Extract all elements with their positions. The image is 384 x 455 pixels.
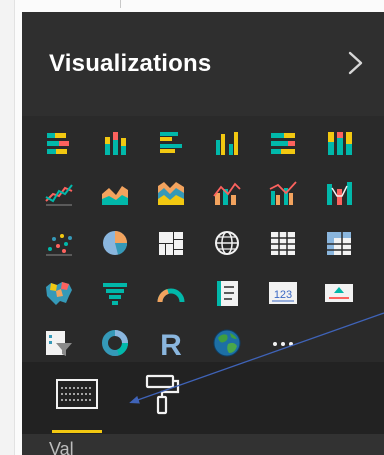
- stacked-area-chart-icon[interactable]: [154, 176, 188, 210]
- 100-percent-stacked-bar-chart-icon[interactable]: [266, 126, 300, 160]
- values-section: Val: [22, 434, 384, 455]
- card-icon[interactable]: 123: [266, 276, 300, 310]
- visual-type-grid: 123 R: [36, 120, 372, 360]
- scatter-chart-icon[interactable]: [42, 226, 76, 260]
- funnel-icon[interactable]: [98, 276, 132, 310]
- filled-map-icon[interactable]: [42, 276, 76, 310]
- selected-tab-indicator: [52, 430, 102, 433]
- table-icon[interactable]: [266, 226, 300, 260]
- matrix-icon[interactable]: [322, 226, 356, 260]
- ellipsis-icon[interactable]: [266, 326, 300, 360]
- donut-chart-icon[interactable]: [98, 326, 132, 360]
- clustered-column-chart-icon[interactable]: [210, 126, 244, 160]
- stacked-column-chart-icon[interactable]: [98, 126, 132, 160]
- left-canvas-edge: [0, 0, 15, 455]
- 100-percent-stacked-column-chart-icon[interactable]: [322, 126, 356, 160]
- area-chart-icon[interactable]: [98, 176, 132, 210]
- visualizations-pane: Visualizations 123 R Val: [22, 12, 384, 455]
- multi-row-card-icon[interactable]: [210, 276, 244, 310]
- screenshot-page: Visualizations 123 R Val: [0, 0, 384, 455]
- clustered-bar-chart-icon[interactable]: [154, 126, 188, 160]
- values-section-label: Val: [49, 439, 74, 455]
- top-divider-tick: [120, 0, 121, 8]
- line-chart-icon[interactable]: [42, 176, 76, 210]
- chevron-right-icon[interactable]: [344, 46, 368, 80]
- slicer-icon[interactable]: [42, 326, 76, 360]
- card-icon-number: 123: [274, 289, 292, 301]
- gauge-icon[interactable]: [154, 276, 188, 310]
- stacked-bar-chart-icon[interactable]: [42, 126, 76, 160]
- tab-fields[interactable]: [42, 362, 112, 434]
- line-and-clustered-column-chart-icon[interactable]: [266, 176, 300, 210]
- pane-tabs: [22, 362, 384, 434]
- line-and-stacked-column-chart-icon[interactable]: [210, 176, 244, 210]
- pane-title: Visualizations: [49, 50, 212, 77]
- paint-roller-icon: [145, 374, 180, 415]
- r-script-letter: R: [160, 329, 182, 360]
- kpi-icon[interactable]: [322, 276, 356, 310]
- globe-map-icon[interactable]: [210, 226, 244, 260]
- treemap-icon[interactable]: [154, 226, 188, 260]
- ribbon-chart-icon[interactable]: [322, 176, 356, 210]
- arcgis-globe-icon[interactable]: [210, 326, 244, 360]
- fields-icon: [56, 379, 98, 409]
- pane-header: Visualizations: [22, 12, 384, 116]
- r-script-icon[interactable]: R: [154, 326, 188, 360]
- pie-chart-icon[interactable]: [98, 226, 132, 260]
- tab-format[interactable]: [127, 362, 197, 434]
